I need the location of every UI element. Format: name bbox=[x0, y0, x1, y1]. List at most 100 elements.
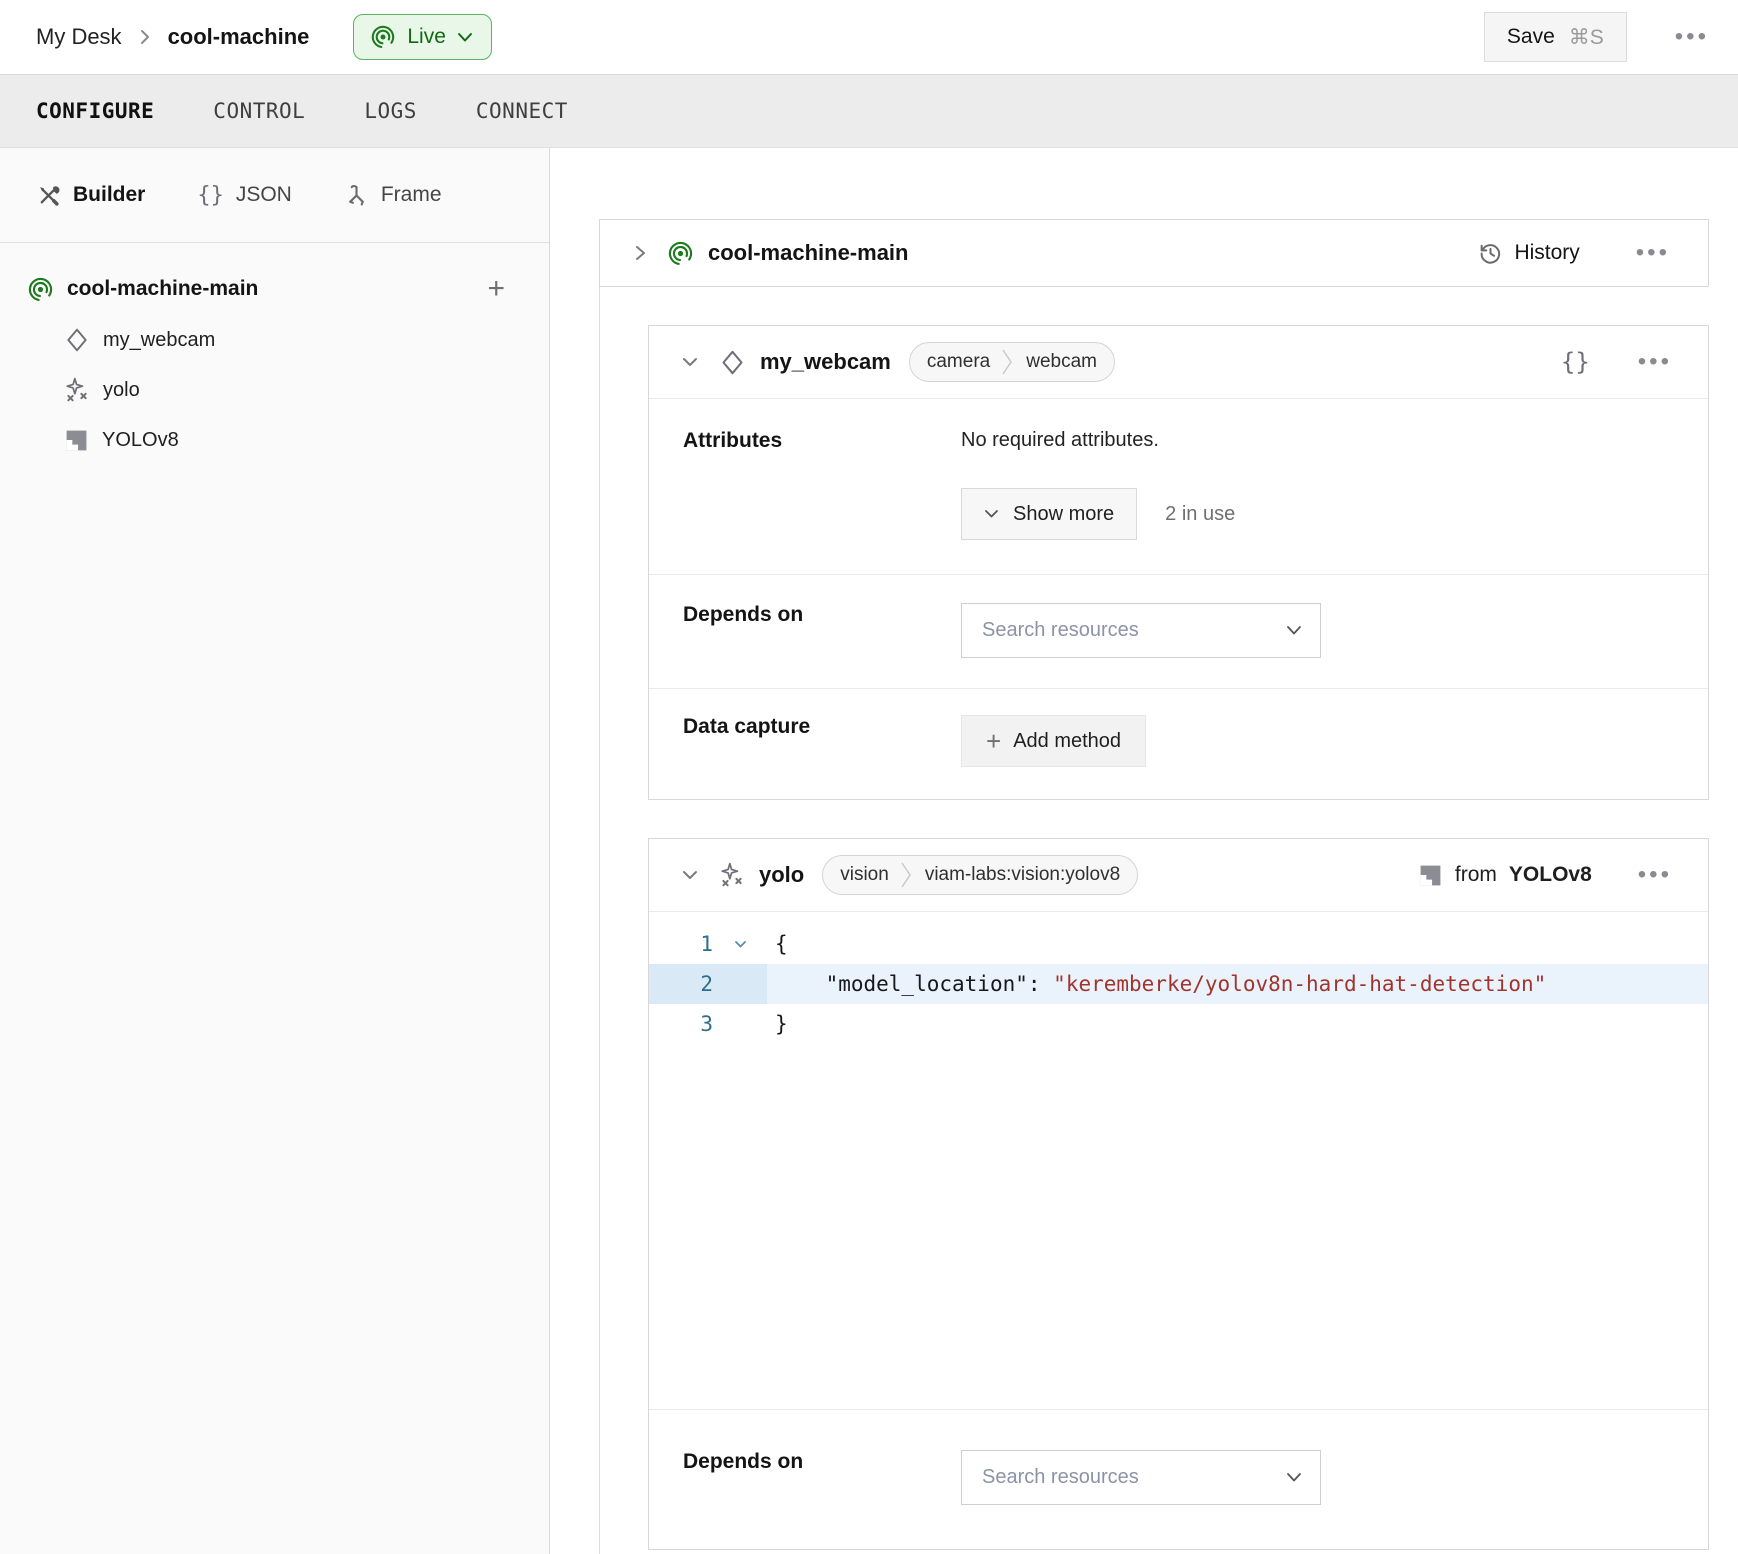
resource-type-badge: camera webcam bbox=[909, 342, 1115, 382]
camera-component-icon bbox=[64, 327, 90, 353]
part-resources: my_webcam camera webcam {} ••• Attribute… bbox=[599, 287, 1709, 1554]
frame-icon bbox=[344, 183, 369, 208]
attributes-code-editor[interactable]: 1 { 2 "mode bbox=[649, 912, 1708, 1409]
view-toggle-builder[interactable]: Builder bbox=[36, 183, 145, 208]
main-panel: cool-machine-main History ••• bbox=[550, 148, 1738, 1554]
expand-part-chevron[interactable] bbox=[632, 241, 649, 265]
tree-item-yolo[interactable]: yolo bbox=[27, 365, 549, 415]
line-number: 2 bbox=[649, 964, 713, 1004]
tab-logs[interactable]: LOGS bbox=[364, 99, 417, 123]
from-module-label: from YOLOv8 bbox=[1418, 863, 1592, 888]
line-number: 3 bbox=[649, 1004, 713, 1044]
machine-name: cool-machine bbox=[168, 24, 310, 50]
yolo-card-header: yolo vision viam-labs:vision:yolov8 bbox=[649, 839, 1708, 912]
badge-type: vision bbox=[823, 864, 901, 886]
add-resource-button[interactable]: + bbox=[487, 274, 505, 304]
show-more-button[interactable]: Show more bbox=[961, 488, 1137, 540]
module-icon bbox=[1418, 863, 1443, 888]
save-button[interactable]: Save ⌘S bbox=[1484, 12, 1627, 62]
top-bar: My Desk cool-machine Live Save ⌘ bbox=[0, 0, 1738, 75]
tab-connect[interactable]: CONNECT bbox=[476, 99, 568, 123]
tab-bar: CONFIGURE CONTROL LOGS CONNECT bbox=[0, 75, 1738, 148]
json-brace: } bbox=[775, 1012, 788, 1036]
app-root: My Desk cool-machine Live Save ⌘ bbox=[0, 0, 1738, 1554]
json-mode-button[interactable]: {} bbox=[1559, 346, 1592, 378]
fold-chevron-icon[interactable] bbox=[713, 924, 767, 964]
machine-part-tree: cool-machine-main + my_webcam bbox=[0, 243, 549, 465]
part-header-card: cool-machine-main History ••• bbox=[599, 219, 1709, 287]
depends-on-row: Depends on Search resources bbox=[649, 575, 1708, 689]
sparkles-icon bbox=[719, 862, 745, 888]
data-capture-row: Data capture + Add method bbox=[649, 689, 1708, 799]
yolo-card-actions: from YOLOv8 ••• bbox=[1418, 859, 1674, 891]
collapse-chevron[interactable] bbox=[679, 354, 701, 370]
breadcrumb: My Desk cool-machine bbox=[36, 24, 309, 50]
sidebar: Builder {} JSON Frame bbox=[0, 148, 550, 1554]
tree-root-label: cool-machine-main bbox=[67, 277, 258, 301]
top-bar-actions: Save ⌘S ••• bbox=[1484, 12, 1711, 62]
code-line-highlighted: 2 "model_location": "keremberke/yolov8n-… bbox=[649, 964, 1708, 1004]
depends-on-row: Depends on Search resources bbox=[649, 1409, 1708, 1549]
chevron-down-icon bbox=[984, 509, 999, 519]
collapse-chevron[interactable] bbox=[679, 867, 701, 883]
data-capture-label: Data capture bbox=[649, 715, 961, 739]
tree-item-yolov8-module[interactable]: YOLOv8 bbox=[27, 415, 549, 465]
module-icon bbox=[64, 428, 89, 453]
depends-on-select[interactable]: Search resources bbox=[961, 1450, 1321, 1505]
tree-item-my-webcam[interactable]: my_webcam bbox=[27, 315, 549, 365]
add-method-button[interactable]: + Add method bbox=[961, 715, 1146, 767]
chevron-down-icon bbox=[1286, 625, 1302, 636]
resource-overflow-menu[interactable]: ••• bbox=[1636, 859, 1674, 891]
sparkles-icon bbox=[64, 377, 90, 403]
overflow-menu-button[interactable]: ••• bbox=[1673, 21, 1711, 53]
resource-card-my-webcam: my_webcam camera webcam {} ••• Attribute… bbox=[648, 325, 1709, 800]
resource-name: my_webcam bbox=[760, 349, 891, 375]
depends-on-select[interactable]: Search resources bbox=[961, 603, 1321, 658]
badge-model: viam-labs:vision:yolov8 bbox=[913, 864, 1137, 886]
json-brace: { bbox=[775, 932, 788, 956]
tab-configure[interactable]: CONFIGURE bbox=[36, 99, 154, 123]
live-label: Live bbox=[407, 25, 446, 49]
history-icon bbox=[1478, 241, 1503, 266]
part-overflow-menu[interactable]: ••• bbox=[1634, 237, 1672, 269]
tools-icon bbox=[36, 183, 61, 208]
json-key: "model_location" bbox=[826, 972, 1028, 996]
badge-model: webcam bbox=[1014, 351, 1114, 373]
part-header-actions: History ••• bbox=[1478, 237, 1672, 269]
resource-name: yolo bbox=[759, 862, 804, 888]
depends-on-label: Depends on bbox=[649, 603, 961, 627]
webcam-card-header: my_webcam camera webcam {} ••• bbox=[649, 326, 1708, 399]
in-use-count: 2 in use bbox=[1165, 503, 1235, 526]
attributes-label: Attributes bbox=[649, 429, 961, 453]
module-name: YOLOv8 bbox=[1509, 863, 1592, 887]
chevron-down-icon bbox=[457, 32, 473, 43]
code-line: 3 } bbox=[649, 1004, 1708, 1044]
broadcast-icon bbox=[370, 24, 396, 50]
badge-divider bbox=[1002, 342, 1014, 382]
broadcast-icon bbox=[667, 240, 694, 267]
view-toggle: Builder {} JSON Frame bbox=[0, 148, 549, 243]
badge-divider bbox=[901, 855, 913, 895]
broadcast-icon bbox=[27, 276, 54, 303]
view-toggle-json[interactable]: {} JSON bbox=[197, 183, 292, 208]
tab-control[interactable]: CONTROL bbox=[213, 99, 305, 123]
attributes-row: Attributes No required attributes. Show … bbox=[649, 399, 1708, 575]
view-toggle-frame[interactable]: Frame bbox=[344, 183, 442, 208]
webcam-card-actions: {} ••• bbox=[1559, 346, 1674, 378]
tree-item-main-part[interactable]: cool-machine-main + bbox=[27, 263, 549, 315]
live-status-badge[interactable]: Live bbox=[353, 14, 492, 60]
depends-on-label: Depends on bbox=[649, 1450, 961, 1474]
save-shortcut: ⌘S bbox=[1569, 25, 1604, 50]
history-button[interactable]: History bbox=[1478, 241, 1579, 266]
camera-component-icon bbox=[719, 349, 746, 376]
braces-icon: {} bbox=[197, 183, 224, 208]
chevron-down-icon bbox=[1286, 1472, 1302, 1483]
content: Builder {} JSON Frame bbox=[0, 148, 1738, 1554]
resource-card-yolo: yolo vision viam-labs:vision:yolov8 bbox=[648, 838, 1709, 1550]
resource-overflow-menu[interactable]: ••• bbox=[1636, 346, 1674, 378]
chevron-right-icon bbox=[138, 27, 152, 47]
resource-type-badge: vision viam-labs:vision:yolov8 bbox=[822, 855, 1138, 895]
attributes-empty-text: No required attributes. bbox=[961, 429, 1708, 452]
breadcrumb-root-link[interactable]: My Desk bbox=[36, 24, 122, 50]
code-line: 1 { bbox=[649, 924, 1708, 964]
